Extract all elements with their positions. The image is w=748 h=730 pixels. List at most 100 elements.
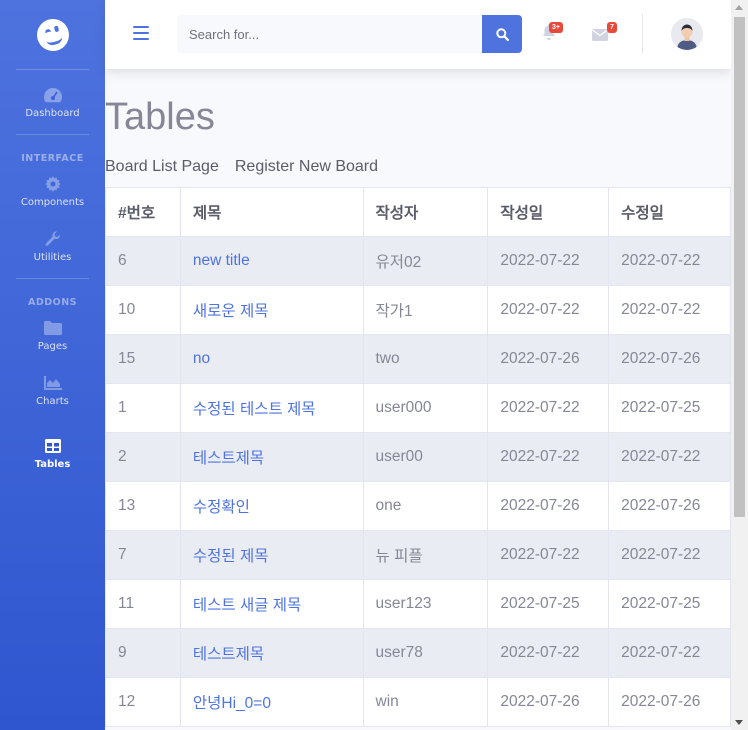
sidebar-divider [16,278,89,279]
table-row: 11 테스트 새글 제목 user123 2022-07-25 2022-07-25 [105,579,731,629]
table-row: 10 새로운 제목 작가1 2022-07-22 2022-07-22 [105,285,731,335]
search-bar [177,15,522,53]
table-row: 6 new title 유저02 2022-07-22 2022-07-22 [105,236,731,286]
sidebar-toggle-button[interactable] [133,26,149,40]
cell-title: 수정된 제목 [179,530,364,580]
sidebar-item-tables[interactable]: Tables [0,422,105,484]
cell-modified: 2022-07-22 [608,236,731,286]
cell-modified: 2022-07-22 [608,432,731,482]
cell-modified: 2022-07-22 [608,628,731,678]
cell-title: 수정된 테스트 제목 [179,383,364,433]
sidebar: Dashboard INTERFACE Components Utilities… [0,0,105,730]
table-row: 1 수정된 테스트 제목 user000 2022-07-22 2022-07-25 [105,383,731,433]
cell-modified: 2022-07-26 [608,481,731,531]
envelope-icon [592,29,608,41]
cell-title: new title [179,236,364,286]
column-header: 수정일 [608,187,731,237]
scroll-up-icon[interactable] [735,5,743,10]
search-icon [495,27,509,41]
search-button[interactable] [482,15,522,53]
cell-number: 12 [105,677,181,727]
board-title-link[interactable]: 테스트 새글 제목 [193,597,301,614]
page-scrollbar[interactable] [731,0,748,730]
cell-author: 뉴 피플 [362,530,489,580]
table-row: 7 수정된 제목 뉴 피플 2022-07-22 2022-07-22 [105,530,731,580]
search-input[interactable] [177,15,482,53]
table-row: 12 안녕Hi_0=0 win 2022-07-26 2022-07-26 [105,677,731,727]
page-links: Board List Page Register New Board [105,158,378,176]
board-title-link[interactable]: 새로운 제목 [193,303,269,320]
folder-icon [43,319,62,337]
sidebar-item-utilities[interactable]: Utilities [0,214,105,278]
scroll-down-icon[interactable] [735,720,743,725]
board-title-link[interactable]: no [193,350,210,367]
cell-modified: 2022-07-22 [608,285,731,335]
sidebar-item-label: Tables [34,458,71,470]
cell-number: 2 [105,432,181,482]
board-title-link[interactable]: 테스트제목 [193,646,264,663]
cell-title: 테스트제목 [179,432,364,482]
messages-badge: 7 [607,22,617,33]
board-table: #번호 제목 작성자 작성일 수정일 6 new title 유저02 2022-07… [105,187,731,727]
cell-created: 2022-07-22 [487,236,610,286]
table-row: 13 수정확인 one 2022-07-26 2022-07-26 [105,481,731,531]
cell-modified: 2022-07-22 [608,530,731,580]
board-title-link[interactable]: new title [193,252,250,269]
cell-modified: 2022-07-26 [608,334,731,384]
alerts-button[interactable]: 3+ [542,22,563,44]
column-header: 제목 [179,187,364,237]
alerts-badge: 3+ [549,22,563,33]
cell-number: 1 [105,383,181,433]
table-icon [44,437,61,455]
cell-modified: 2022-07-25 [608,383,731,433]
cell-number: 10 [105,285,181,335]
board-title-link[interactable]: 수정된 제목 [193,548,269,565]
cell-number: 6 [105,236,181,286]
cell-author: user00 [362,432,489,482]
messages-button[interactable]: 7 [592,22,617,45]
board-title-link[interactable]: 테스트제목 [193,450,264,467]
sidebar-item-charts[interactable]: Charts [0,358,105,422]
sidebar-item-pages[interactable]: Pages [0,312,105,358]
cell-author: user000 [362,383,489,433]
board-title-link[interactable]: 수정된 테스트 제목 [193,401,316,418]
cell-title: 안녕Hi_0=0 [179,677,364,727]
cell-created: 2022-07-22 [487,530,610,580]
cell-created: 2022-07-26 [487,334,610,384]
cell-number: 13 [105,481,181,531]
cell-title: 테스트 새글 제목 [179,579,364,629]
column-header: 작성자 [362,187,489,237]
sidebar-item-label: Pages [37,340,68,352]
cell-number: 9 [105,628,181,678]
register-board-link[interactable]: Register New Board [235,158,378,175]
sidebar-heading-interface: INTERFACE [21,153,84,164]
cell-number: 11 [105,579,181,629]
cell-title: no [179,334,364,384]
column-header: #번호 [105,187,181,237]
cell-created: 2022-07-25 [487,579,610,629]
sidebar-brand[interactable] [0,0,105,69]
cell-created: 2022-07-26 [487,481,610,531]
sidebar-item-components[interactable]: Components [0,168,105,214]
chart-area-icon [43,374,62,392]
sidebar-item-label: Charts [36,395,69,407]
laugh-wink-icon [32,14,73,55]
avatar[interactable] [671,18,703,50]
table-row: 9 테스트제목 user78 2022-07-22 2022-07-22 [105,628,731,678]
board-title-link[interactable]: 수정확인 [193,499,250,516]
cell-title: 새로운 제목 [179,285,364,335]
cog-icon [44,175,61,193]
board-list-link[interactable]: Board List Page [105,158,219,175]
board-title-link[interactable]: 안녕Hi_0=0 [193,695,271,712]
cell-created: 2022-07-26 [487,677,610,727]
cell-author: one [362,481,489,531]
sidebar-item-label: Dashboard [25,107,80,119]
table-row: 2 테스트제목 user00 2022-07-22 2022-07-22 [105,432,731,482]
page-title: Tables [105,96,215,138]
scrollbar-thumb[interactable] [734,17,745,517]
sidebar-item-dashboard[interactable]: Dashboard [0,70,105,134]
cell-author: two [362,334,489,384]
sidebar-heading-addons: ADDONS [28,297,77,308]
cell-modified: 2022-07-26 [608,677,731,727]
topbar-divider [642,14,643,54]
